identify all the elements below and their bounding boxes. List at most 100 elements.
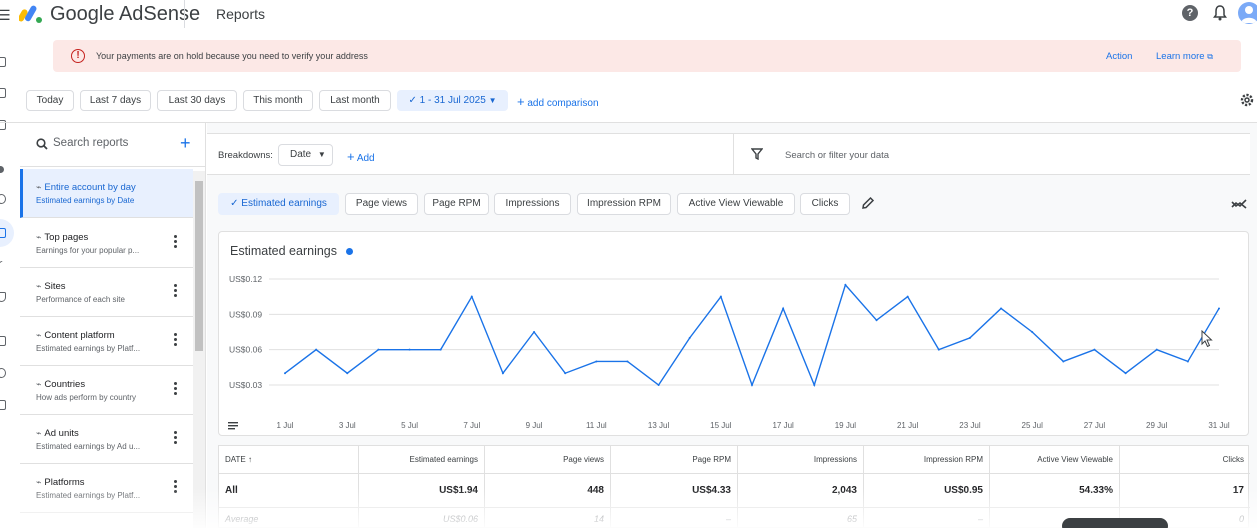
data-point[interactable]: [1218, 307, 1220, 310]
report-top-pages[interactable]: ⌁ Top pages Earnings for your popular p..…: [20, 219, 193, 268]
payments-icon[interactable]: [0, 336, 6, 346]
sidebar-scrollbar[interactable]: [193, 171, 205, 528]
table-cell: –: [864, 508, 990, 528]
metric-impressions[interactable]: Impressions: [494, 193, 571, 215]
more-vert-icon[interactable]: [174, 284, 177, 298]
report-entire-account-by-day[interactable]: ⌁ Entire account by day Estimated earning…: [20, 169, 193, 218]
data-point[interactable]: [346, 372, 349, 375]
data-point[interactable]: [470, 295, 473, 298]
home-icon[interactable]: [0, 57, 6, 67]
settings-nav-icon[interactable]: [0, 368, 6, 378]
data-point[interactable]: [564, 372, 567, 375]
preset-last-30-days[interactable]: Last 30 days: [157, 90, 237, 111]
report-subtitle: Performance of each site: [36, 295, 125, 304]
column-header[interactable]: Page views: [485, 446, 611, 473]
metric-active-view-viewable[interactable]: Active View Viewable: [677, 193, 795, 215]
column-header[interactable]: Impressions: [738, 446, 864, 473]
scrollbar-thumb[interactable]: [195, 181, 203, 351]
report-subtitle: How ads perform by country: [36, 393, 137, 402]
gear-icon[interactable]: [1239, 92, 1255, 108]
x-tick-label: 25 Jul: [1022, 421, 1044, 430]
data-point[interactable]: [968, 336, 971, 339]
report-sites[interactable]: ⌁ Sites Performance of each site: [20, 268, 193, 317]
spark-icon: ⌁: [36, 281, 42, 291]
data-point[interactable]: [1093, 348, 1096, 351]
more-vert-icon[interactable]: [174, 480, 177, 494]
data-point[interactable]: [284, 372, 286, 375]
data-point[interactable]: [408, 348, 411, 351]
column-header[interactable]: Active View Viewable: [990, 446, 1120, 473]
data-point[interactable]: [315, 348, 318, 351]
data-point[interactable]: [751, 384, 753, 386]
data-point[interactable]: [844, 283, 847, 286]
data-point[interactable]: [1062, 360, 1065, 363]
table-cell: 65: [738, 508, 864, 528]
data-point[interactable]: [1155, 348, 1158, 351]
data-point[interactable]: [688, 336, 691, 339]
table-legend-icon[interactable]: [228, 422, 238, 430]
column-header[interactable]: Clicks: [1120, 446, 1250, 473]
data-point[interactable]: [1031, 331, 1034, 333]
column-header[interactable]: Impression RPM: [864, 446, 990, 473]
metric-page-rpm[interactable]: Page RPM: [424, 193, 489, 215]
feedback-icon[interactable]: [0, 400, 6, 410]
preset-today[interactable]: Today: [26, 90, 74, 111]
data-point[interactable]: [813, 384, 816, 386]
avatar[interactable]: [1238, 2, 1257, 24]
report-content-platform[interactable]: ⌁ Content platform Estimated earnings by …: [20, 317, 193, 366]
trend-nav-icon[interactable]: [0, 260, 9, 274]
data-point[interactable]: [906, 295, 909, 298]
data-point[interactable]: [595, 360, 598, 363]
breakdown-date-dropdown[interactable]: Date ▼: [278, 144, 333, 166]
data-point[interactable]: [657, 384, 660, 386]
reports-icon[interactable]: [0, 228, 6, 238]
metric-estimated-earnings[interactable]: ✓ Estimated earnings: [218, 193, 339, 215]
add-report-icon[interactable]: +: [180, 133, 191, 154]
data-point[interactable]: [937, 348, 940, 351]
column-header[interactable]: Page RPM: [611, 446, 738, 473]
data-point[interactable]: [719, 295, 722, 298]
bell-icon[interactable]: [1213, 5, 1227, 21]
search-reports-input[interactable]: Search reports: [53, 137, 128, 149]
data-point[interactable]: [1124, 372, 1127, 375]
preset-last-7-days[interactable]: Last 7 days: [80, 90, 151, 111]
data-point[interactable]: [782, 307, 785, 310]
more-vert-icon[interactable]: [174, 235, 177, 249]
metric-page-views[interactable]: Page views: [345, 193, 418, 215]
data-point[interactable]: [501, 372, 504, 375]
column-header-date[interactable]: DATE ↑: [219, 446, 359, 473]
date-range-selector[interactable]: ✓ 1 - 31 Jul 2025 ▼: [397, 90, 508, 111]
help-icon[interactable]: ?: [1182, 5, 1198, 21]
banner-action-link[interactable]: Action: [1106, 51, 1132, 62]
menu-icon[interactable]: ☰: [0, 7, 11, 24]
preset-last-month[interactable]: Last month: [319, 90, 391, 111]
data-point[interactable]: [439, 348, 442, 351]
column-header[interactable]: Estimated earnings: [359, 446, 485, 473]
data-point[interactable]: [533, 331, 536, 333]
report-ad-units[interactable]: ⌁ Ad units Estimated earnings by Ad u...: [20, 415, 193, 464]
add-comparison-button[interactable]: + add comparison: [517, 94, 599, 109]
more-vert-icon[interactable]: [174, 431, 177, 445]
data-point[interactable]: [1186, 360, 1189, 363]
divider: [733, 134, 734, 174]
filter-input[interactable]: Search or filter your data: [785, 150, 889, 161]
dot-icon[interactable]: [0, 166, 4, 173]
data-point[interactable]: [875, 319, 878, 322]
pencil-icon[interactable]: [861, 196, 875, 210]
shield-icon[interactable]: [0, 292, 6, 302]
data-point[interactable]: [626, 360, 629, 363]
banner-learn-more-link[interactable]: Learn more ⧉: [1156, 51, 1213, 62]
trend-icon[interactable]: [1231, 198, 1247, 210]
report-platforms[interactable]: ⌁ Platforms Estimated earnings by Platf..…: [20, 464, 193, 513]
x-tick-label: 7 Jul: [463, 421, 480, 430]
data-point[interactable]: [377, 348, 380, 351]
circle-icon[interactable]: [0, 194, 6, 204]
metric-clicks[interactable]: Clicks: [800, 193, 850, 215]
add-breakdown-button[interactable]: + Add: [347, 149, 375, 164]
preset-this-month[interactable]: This month: [243, 90, 313, 111]
more-vert-icon[interactable]: [174, 333, 177, 347]
more-vert-icon[interactable]: [174, 382, 177, 396]
metric-impression-rpm[interactable]: Impression RPM: [577, 193, 671, 215]
report-countries[interactable]: ⌁ Countries How ads perform by country: [20, 366, 193, 415]
data-point[interactable]: [1000, 307, 1003, 310]
